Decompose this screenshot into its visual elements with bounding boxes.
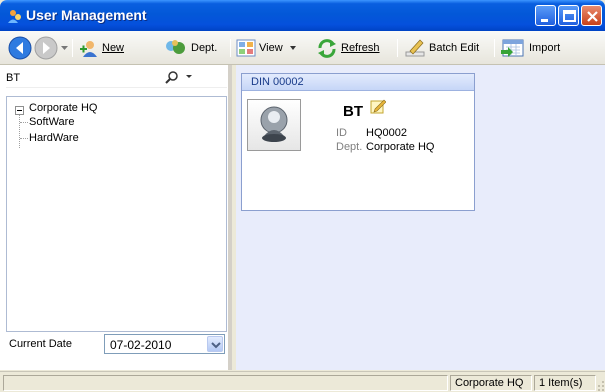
user-card[interactable]: DIN 00002 BT ID HQ0002 Dept. Corporate H… (241, 73, 475, 211)
date-filter: Current Date 07-02-2010 (6, 330, 227, 357)
forward-button[interactable] (34, 36, 58, 60)
dept-value: Corporate HQ (366, 141, 435, 153)
view-label: View (259, 42, 283, 54)
batch-edit-label: Batch Edit (429, 42, 480, 54)
id-label: ID (336, 127, 347, 139)
batch-edit-button[interactable]: Batch Edit (404, 37, 479, 59)
dept-button[interactable]: Dept. (164, 37, 217, 59)
window-title: User Management (26, 7, 147, 23)
add-user-icon (80, 41, 97, 57)
user-name: BT (343, 103, 363, 120)
chevron-down-icon (289, 46, 296, 50)
edit-icon[interactable] (370, 98, 386, 114)
tree-node-software[interactable]: SoftWare (29, 116, 74, 128)
import-button[interactable]: Import (500, 37, 560, 59)
refresh-label: Refresh (341, 42, 380, 54)
app-icon (8, 10, 21, 23)
maximize-icon (563, 10, 576, 22)
close-icon (587, 11, 598, 22)
new-label: New (102, 42, 125, 54)
date-label: Current Date (9, 338, 72, 350)
dept-label: Dept. (336, 141, 363, 153)
pencil-icon (405, 39, 425, 57)
user-avatar-icon (260, 106, 288, 142)
import-label: Import (529, 42, 561, 54)
dept-label: Dept. (191, 42, 218, 54)
view-grid-icon (236, 39, 256, 57)
search-input[interactable] (6, 69, 156, 86)
minimize-button[interactable] (535, 5, 556, 26)
toolbar: New Dept. View Refresh Batch Edit Import (0, 31, 605, 65)
back-button[interactable] (8, 36, 32, 60)
history-dropdown-icon[interactable] (61, 46, 68, 51)
tree-node-hardware[interactable]: HardWare (29, 132, 79, 144)
date-picker[interactable]: 07-02-2010 (104, 334, 225, 354)
status-main (3, 375, 448, 391)
card-header-label: DIN 00002 (251, 76, 304, 88)
search-button[interactable] (164, 69, 204, 86)
chevron-down-icon (211, 342, 221, 349)
left-panel: Corporate HQ SoftWare HardWare Current D… (0, 65, 232, 370)
id-value: HQ0002 (366, 127, 407, 139)
title-bar: User Management (0, 0, 605, 31)
refresh-icon (318, 39, 336, 58)
date-dropdown-button[interactable] (207, 336, 223, 352)
maximize-button[interactable] (558, 5, 579, 26)
status-department: Corporate HQ (450, 375, 532, 391)
search-icon (165, 71, 192, 84)
main-area: DIN 00002 BT ID HQ0002 Dept. Corporate H… (236, 65, 605, 370)
collapse-icon[interactable] (15, 106, 24, 115)
tree-node-root[interactable]: Corporate HQ (29, 102, 97, 114)
status-bar: Corporate HQ 1 Item(s) (0, 371, 605, 392)
minimize-icon (541, 19, 548, 22)
resize-grip-icon[interactable] (597, 380, 605, 392)
close-button[interactable] (581, 5, 602, 26)
department-icon (166, 40, 185, 54)
view-button[interactable]: View (236, 37, 298, 59)
refresh-button[interactable]: Refresh (316, 37, 380, 59)
new-button[interactable]: New (79, 37, 124, 59)
department-tree: Corporate HQ SoftWare HardWare (6, 96, 227, 332)
card-header: DIN 00002 (242, 74, 474, 91)
search-box (6, 68, 227, 88)
status-count: 1 Item(s) (534, 375, 596, 391)
avatar[interactable] (247, 99, 301, 151)
import-icon (501, 39, 524, 57)
date-value: 07-02-2010 (110, 338, 172, 352)
